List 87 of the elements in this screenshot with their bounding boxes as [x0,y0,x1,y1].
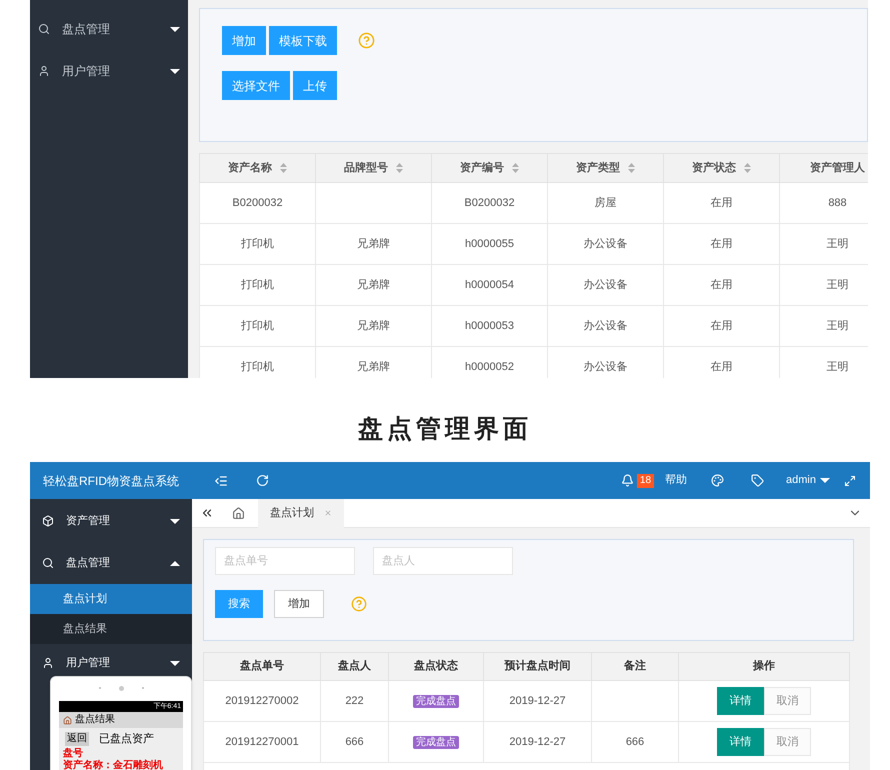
table-cell: 2019-12-27 [509,694,566,707]
table-cell: 兄弟牌 [357,278,390,291]
refresh-icon[interactable] [256,474,269,487]
search-icon [38,23,50,35]
app-bar-title: 盘点结果 [75,715,115,725]
table-cell: 打印机 [241,320,274,332]
table-cell: 打印机 [241,278,274,291]
cube-icon [42,515,54,527]
notification-count: 18 [636,474,654,488]
column-header: 盘点单号 [204,652,320,680]
bell-icon[interactable] [620,474,634,487]
table-cell: 在用 [710,360,732,373]
action-button[interactable]: 详情 [717,728,764,756]
home-icon[interactable] [232,506,245,520]
table-cell: 666 [626,736,644,748]
table-cell: 打印机 [241,360,274,373]
table-cell: 打印机 [241,238,274,250]
table-cell: 办公设备 [584,278,628,291]
column-header[interactable]: 资产类型 [548,154,664,182]
column-header: 操作 [678,652,850,680]
sidebar-item[interactable]: 盘点管理 [30,8,188,50]
table-cell: 办公设备 [584,320,628,332]
search-field[interactable]: 盘点人 [373,547,513,575]
table-cell: 办公设备 [584,360,628,373]
table-cell: B0200032 [232,196,283,209]
sidebar-item[interactable]: 盘点管理 [30,542,192,584]
table-cell: 兄弟牌 [357,238,390,250]
table-cell: h0000052 [465,360,514,373]
table-cell: 666 [345,736,364,748]
table-cell: 在用 [710,238,732,250]
table-cell: 兄弟牌 [357,360,390,373]
sort-icon [512,163,519,173]
column-header[interactable]: 品牌型号 [316,154,432,182]
home-icon [63,716,72,724]
submenu-item[interactable]: 盘点结果 [30,614,192,644]
table-cell: 888 [828,196,847,209]
app-title: 轻松盘RFID物资盘点系统 [42,472,180,490]
column-header[interactable]: 资产名称 [200,154,316,182]
table-cell: 王明 [826,320,848,332]
user-icon [38,65,50,77]
table-cell: 201912270001 [225,736,299,748]
add-button[interactable]: 增加 [274,590,324,618]
table-cell: 房屋 [594,196,616,209]
tab[interactable]: 盘点计划 [258,499,344,528]
user-menu[interactable]: admin [786,472,830,489]
table-cell: 2019-12-27 [509,736,566,748]
submenu-item[interactable]: 盘点计划 [30,584,192,614]
phone-title: 已盘点资产 [99,732,154,747]
sort-icon [280,163,287,173]
table-cell: 王明 [826,360,848,373]
tag-icon[interactable] [751,474,764,487]
phone-text-line: 资产名称：金石雕刻机 [62,760,164,770]
phone-text-line: 盘号 [62,748,84,760]
table-cell: h0000055 [465,238,514,250]
sort-icon [396,163,403,173]
table-cell: 王明 [826,238,848,250]
action-button[interactable]: 详情 [717,687,764,715]
section-heading: 盘点管理界面 [358,414,532,446]
search-icon [42,557,54,569]
column-header[interactable]: 资产编号 [432,154,548,182]
sidebar-item[interactable]: 用户管理 [30,50,188,92]
table-cell: 222 [345,694,364,707]
status-badge: 完成盘点 [413,736,459,749]
sidebar-item[interactable]: 资产管理 [30,500,192,542]
table-cell: 王明 [826,278,848,291]
table-cell: h0000054 [465,278,514,291]
help-link[interactable]: 帮助 [665,472,688,489]
sidebar-item[interactable]: 用户管理 [30,648,192,678]
status-badge: 完成盘点 [413,694,459,708]
table-cell: 在用 [710,278,732,291]
back-button[interactable]: 返回 [65,732,89,746]
sort-icon [744,163,751,173]
caret-down-icon [820,478,830,483]
column-header[interactable]: 资产状态 [664,154,780,182]
table-cell: B0200032 [464,196,515,209]
search-field[interactable]: 盘点单号 [215,547,355,575]
table-cell: 201912270002 [225,694,299,707]
table-cell: 兄弟牌 [357,320,390,332]
user-icon [42,657,54,669]
table-cell: 在用 [710,196,732,209]
palette-icon[interactable] [711,474,724,487]
sort-icon [628,163,635,173]
table-cell: 在用 [710,320,732,332]
fullscreen-icon[interactable] [844,474,856,486]
table-cell: 办公设备 [584,238,628,250]
menu-icon[interactable] [214,474,228,488]
table-cell: h0000053 [465,320,514,332]
